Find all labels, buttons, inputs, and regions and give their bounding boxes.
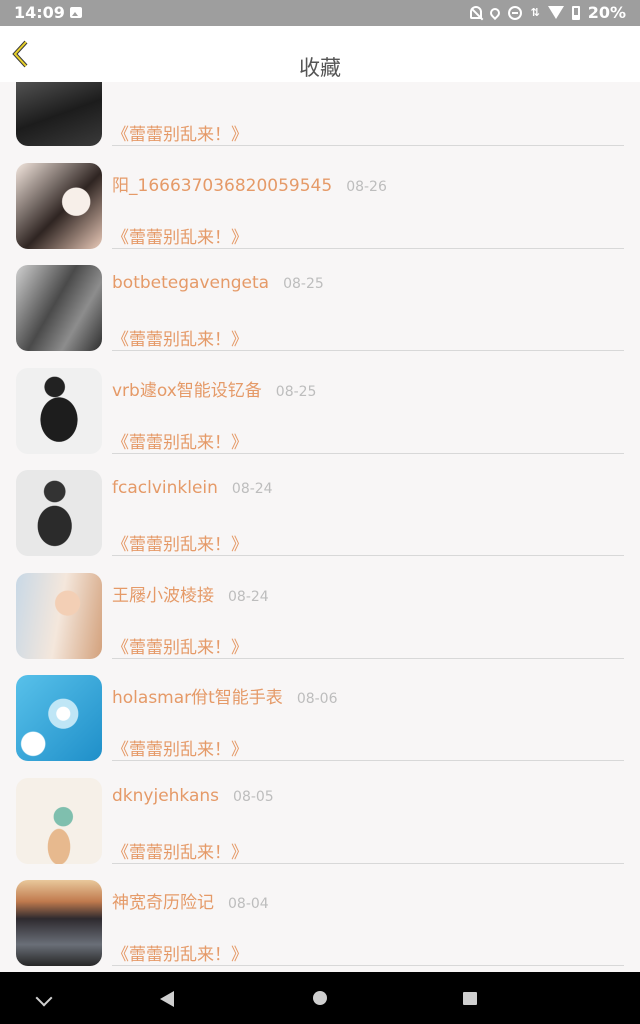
status-bar: 14:09 ⇅ 20% <box>0 0 640 26</box>
item-date: 08-24 <box>231 481 273 497</box>
username-text: vrb遽ox智能设钇备 <box>112 380 262 401</box>
item-title-link[interactable]: 《蕾蕾别乱来！》 <box>112 940 248 965</box>
item-date: 08-25 <box>283 276 324 292</box>
hide-keyboard-icon[interactable] <box>35 989 53 1007</box>
username-text: botbetegavengeta <box>112 273 270 293</box>
status-time: 14:09 <box>14 3 65 22</box>
list-item[interactable]: 阳_166637036820059545 08-26 《蕾蕾别乱来！》 <box>0 143 640 249</box>
list-item[interactable]: dknyjehkans 08-05 《蕾蕾别乱来！》 <box>0 758 640 864</box>
item-username[interactable]: fcaclvinklein 08-24 <box>112 478 273 498</box>
recent-apps-icon[interactable] <box>463 992 477 1005</box>
item-username[interactable]: 神宽奇历险记 08-04 <box>112 888 269 913</box>
item-title-link[interactable]: 《蕾蕾别乱来！》 <box>112 530 248 555</box>
username-text: fcaclvinklein <box>112 478 218 498</box>
username-text: 阳_166637036820059545 <box>112 175 333 196</box>
page-title: 收藏 <box>299 56 341 80</box>
avatar <box>16 265 102 351</box>
list-item[interactable]: 王屦小波棱接 08-24 《蕾蕾别乱来！》 <box>0 553 640 659</box>
system-nav-bar <box>0 972 640 1024</box>
list-item[interactable]: fcaclvinklein 08-24 《蕾蕾别乱来！》 <box>0 450 640 556</box>
username-text: holasmar佾t智能手表 <box>112 688 283 708</box>
item-date: 08-24 <box>228 588 269 605</box>
home-circle-icon[interactable] <box>313 991 327 1005</box>
item-title-link[interactable]: 《蕾蕾别乱来！》 <box>112 735 248 760</box>
username-text: 王屦小波棱接 <box>112 585 214 606</box>
avatar <box>16 880 102 966</box>
divider <box>112 965 624 966</box>
item-date: 08-25 <box>275 383 317 400</box>
favorites-list: 《蕾蕾别乱来！》 阳_166637036820059545 08-26 《蕾蕾别乱… <box>0 40 640 966</box>
item-username[interactable]: dknyjehkans 08-05 <box>112 786 274 806</box>
data-arrows-icon: ⇅ <box>530 5 540 19</box>
back-triangle-icon[interactable] <box>160 991 174 1007</box>
item-username[interactable]: 阳_166637036820059545 08-26 <box>112 171 387 196</box>
list-item[interactable]: vrb遽ox智能设钇备 08-25 《蕾蕾别乱来！》 <box>0 348 640 454</box>
item-date: 08-06 <box>296 691 338 707</box>
avatar <box>16 572 102 659</box>
item-date: 08-04 <box>228 896 269 912</box>
notifications-off-icon <box>470 6 483 19</box>
username-text: dknyjehkans <box>112 785 220 806</box>
image-notification-icon <box>70 7 82 18</box>
item-date: 08-05 <box>233 788 274 805</box>
list-item[interactable]: botbetegavengeta 08-25 《蕾蕾别乱来！》 <box>0 245 640 351</box>
item-title-link[interactable]: 《蕾蕾别乱来！》 <box>112 838 248 863</box>
item-username[interactable]: holasmar佾t智能手表 08-06 <box>112 683 338 708</box>
item-username[interactable]: vrb遽ox智能设钇备 08-25 <box>112 376 316 401</box>
list-item[interactable]: 神宽奇历险记 08-04 《蕾蕾别乱来！》 <box>0 860 640 966</box>
avatar <box>16 675 102 761</box>
avatar <box>16 162 102 249</box>
username-text: 神宽奇历险记 <box>112 893 214 913</box>
battery-percent: 20% <box>587 3 626 22</box>
item-username[interactable]: botbetegavengeta 08-25 <box>112 273 324 293</box>
battery-icon <box>571 5 580 20</box>
app-header: 收藏 <box>0 26 640 82</box>
item-date: 08-26 <box>346 178 387 195</box>
location-icon <box>488 5 503 20</box>
item-title-link[interactable]: 《蕾蕾别乱来！》 <box>112 223 248 248</box>
item-username[interactable]: 王屦小波棱接 08-24 <box>112 581 269 606</box>
item-title-link[interactable]: 《蕾蕾别乱来！》 <box>112 120 248 145</box>
avatar <box>16 777 102 864</box>
wifi-icon <box>547 6 564 19</box>
avatar <box>16 470 102 556</box>
item-title-link[interactable]: 《蕾蕾别乱来！》 <box>112 633 248 658</box>
do-not-disturb-icon <box>508 5 523 20</box>
item-title-link[interactable]: 《蕾蕾别乱来！》 <box>112 325 248 350</box>
item-title-link[interactable]: 《蕾蕾别乱来！》 <box>112 428 248 453</box>
avatar <box>16 367 102 454</box>
status-icons: ⇅ 20% <box>470 3 626 22</box>
list-item[interactable]: holasmar佾t智能手表 08-06 《蕾蕾别乱来！》 <box>0 655 640 761</box>
